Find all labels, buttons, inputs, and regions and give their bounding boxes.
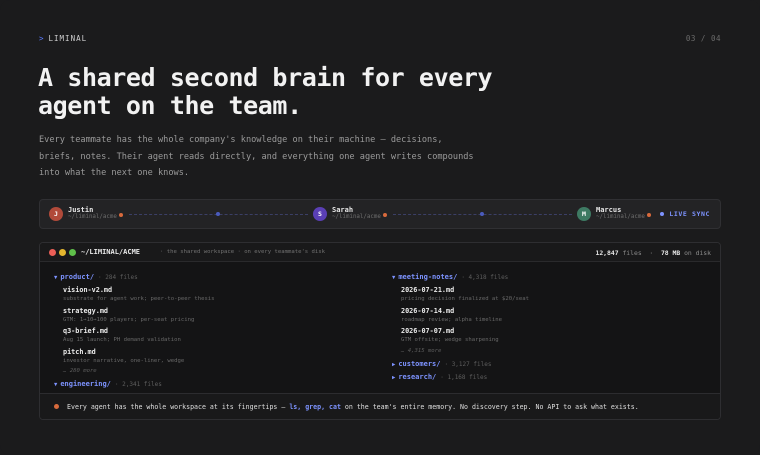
more-files[interactable]: … 4,315 more	[401, 348, 712, 354]
file-name: 2026-07-07.md	[401, 327, 455, 335]
status-dot-icon	[647, 213, 651, 217]
brand-logo: > LIMINAL	[39, 34, 87, 43]
file-item[interactable]: q3-brief.md Aug 15 launch; PH demand val…	[63, 327, 374, 344]
member-justin[interactable]: J Justin ~/liminal/acme	[49, 206, 117, 221]
folder-name: meeting-notes/	[398, 273, 458, 281]
file-item[interactable]: 2026-07-14.md roadmap review; alpha time…	[401, 307, 712, 324]
sync-node-icon	[480, 212, 484, 216]
folder-research[interactable]: ▶ research/ · 1,168 files	[392, 373, 712, 381]
member-name: Marcus	[596, 206, 622, 214]
file-name: q3-brief.md	[63, 327, 109, 335]
chevron-down-icon: ▼	[54, 382, 58, 388]
headline-line-1: A shared second brain for every	[38, 63, 493, 92]
disk-label: on disk	[684, 249, 711, 257]
file-item[interactable]: 2026-07-21.md pricing decision finalized…	[401, 286, 712, 303]
sync-node-icon	[216, 212, 220, 216]
lede-line-1: Every teammate has the whole company's k…	[39, 135, 443, 145]
folder-count: · 1,168 files	[440, 373, 488, 381]
stats-separator: ·	[649, 249, 654, 257]
chevron-down-icon: ▼	[392, 275, 396, 281]
minimize-icon[interactable]	[59, 249, 66, 256]
chevron-down-icon: ▼	[54, 275, 58, 281]
member-name: Justin	[68, 206, 94, 214]
sync-bar: J Justin ~/liminal/acme S Sarah ~/limina…	[39, 199, 721, 229]
folder-name: engineering/	[60, 380, 111, 388]
workspace-window: ~/LIMINAL/ACME · the shared workspace · …	[39, 242, 721, 420]
status-dot-icon	[383, 213, 387, 217]
folder-count: · 4,318 files	[461, 274, 509, 281]
folder-product[interactable]: ▼ product/ · 284 files	[54, 273, 374, 281]
chevron-right-icon: ▶	[392, 361, 396, 368]
folder-engineering[interactable]: ▼ engineering/ · 2,341 files	[54, 380, 374, 388]
left-column: ▼ product/ · 284 files vision-v2.md subs…	[54, 273, 374, 393]
file-desc: Aug 15 launch; PH demand validation	[63, 337, 181, 343]
live-sync-badge: LIVE SYNC	[660, 210, 710, 218]
member-marcus[interactable]: M Marcus ~/liminal/acme	[577, 206, 645, 221]
file-desc: substrate for agent work; peer-to-peer t…	[63, 296, 215, 302]
brand-name: LIMINAL	[48, 34, 88, 43]
footer-text-post: on the team's entire memory. No discover…	[344, 402, 639, 411]
footer-text-pre: Every agent has the whole workspace at i…	[67, 402, 286, 411]
files-label: files	[622, 249, 642, 257]
file-name: 2026-07-14.md	[401, 306, 455, 315]
file-name: vision-v2.md	[63, 286, 113, 294]
avatar: J	[49, 206, 63, 221]
file-desc: GTM: 1→10→100 players; per-seat pricing	[63, 316, 195, 323]
member-sarah[interactable]: S Sarah ~/liminal/acme	[313, 206, 381, 221]
slide-frame: > LIMINAL 03 / 04 A shared second brain f…	[0, 0, 760, 455]
workspace-stats: 12,847 files · 78 MB on disk	[595, 249, 711, 257]
maximize-icon[interactable]	[69, 249, 76, 256]
lede-line-3: into what the next one knows.	[39, 168, 190, 178]
avatar: S	[313, 206, 327, 221]
file-name: pitch.md	[63, 347, 96, 356]
folder-name: research/	[398, 372, 437, 381]
folder-count: · 284 files	[98, 274, 138, 281]
member-path: ~/liminal/acme	[596, 214, 645, 220]
agent-dot-icon	[54, 404, 59, 409]
page-indicator: 03 / 04	[685, 34, 721, 43]
window-title: ~/LIMINAL/ACME	[81, 248, 141, 256]
lede-paragraph: Every teammate has the whole company's k…	[39, 132, 479, 182]
file-name: strategy.md	[63, 306, 109, 315]
folder-name: product/	[60, 273, 95, 281]
chevron-right-icon: ▶	[392, 374, 396, 381]
folder-count: · 2,341 files	[114, 381, 162, 388]
right-column: ▼ meeting-notes/ · 4,318 files 2026-07-2…	[392, 273, 712, 386]
window-subtitle: · the shared workspace · on every teamma…	[160, 249, 326, 255]
folder-customers[interactable]: ▶ customers/ · 3,127 files	[392, 360, 712, 368]
live-sync-label: LIVE SYNC	[669, 210, 710, 218]
file-desc: GTM offsite; wedge sharpening	[401, 337, 499, 343]
member-path: ~/liminal/acme	[332, 214, 381, 220]
folder-meeting-notes[interactable]: ▼ meeting-notes/ · 4,318 files	[392, 273, 712, 281]
status-dot-icon	[119, 213, 123, 217]
window-footer: Every agent has the whole workspace at i…	[40, 393, 720, 419]
disk-size: 78 MB	[660, 249, 681, 257]
more-files[interactable]: … 280 more	[63, 368, 374, 374]
files-count: 12,847	[595, 249, 619, 257]
file-desc: roadmap review; alpha timeline	[401, 316, 503, 323]
member-path: ~/liminal/acme	[68, 214, 117, 220]
lede-line-2: briefs, notes. Their agent reads directl…	[39, 151, 474, 162]
file-item[interactable]: pitch.md investor narrative, one-liner, …	[63, 348, 374, 365]
live-dot-icon	[660, 212, 665, 216]
close-icon[interactable]	[49, 249, 56, 256]
page-title: A shared second brain for every agent on…	[38, 64, 638, 120]
footer-commands: ls, grep, cat	[289, 402, 341, 411]
file-item[interactable]: 2026-07-07.md GTM offsite; wedge sharpen…	[401, 327, 712, 344]
window-titlebar: ~/LIMINAL/ACME · the shared workspace · …	[40, 243, 720, 262]
file-item[interactable]: vision-v2.md substrate for agent work; p…	[63, 286, 374, 303]
headline-line-2: agent on the team.	[38, 91, 302, 120]
folder-name: customers/	[398, 359, 441, 368]
file-desc: pricing decision finalized at $20/seat	[401, 296, 529, 302]
file-desc: investor narrative, one-liner, wedge	[63, 357, 185, 364]
member-name: Sarah	[332, 206, 354, 214]
prompt-caret-icon: >	[39, 34, 45, 43]
avatar: M	[577, 206, 591, 221]
file-name: 2026-07-21.md	[401, 286, 455, 294]
file-item[interactable]: strategy.md GTM: 1→10→100 players; per-s…	[63, 307, 374, 324]
folder-count: · 3,127 files	[444, 360, 492, 368]
